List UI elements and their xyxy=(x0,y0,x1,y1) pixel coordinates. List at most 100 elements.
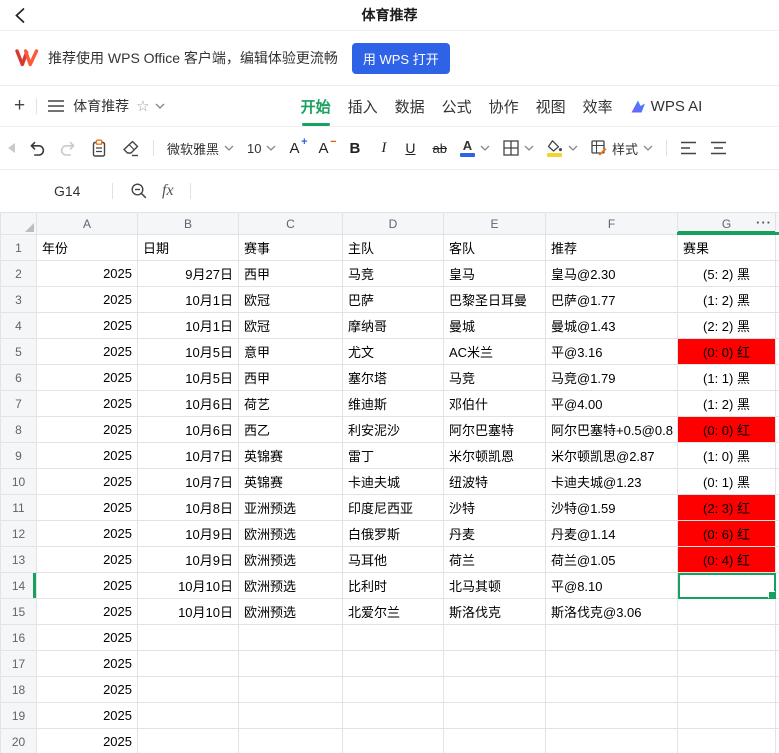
cell-E17[interactable] xyxy=(444,651,546,677)
cell-F11[interactable]: 沙特@1.59 xyxy=(546,495,678,521)
cell-D8[interactable]: 利安泥沙 xyxy=(343,417,444,443)
menu-tab-6[interactable]: 视图 xyxy=(536,96,566,117)
cell-A8[interactable]: 2025 xyxy=(37,417,138,443)
paste-icon[interactable] xyxy=(90,139,108,158)
cell-D15[interactable]: 北爱尔兰 xyxy=(343,599,444,625)
zoom-out-icon[interactable] xyxy=(130,182,148,200)
row-header-18[interactable]: 18 xyxy=(1,677,37,703)
font-size-select[interactable]: 10 xyxy=(247,141,276,156)
cell-style-button[interactable]: 样式 xyxy=(591,139,653,158)
cell-F4[interactable]: 曼城@1.43 xyxy=(546,313,678,339)
row-header-20[interactable]: 20 xyxy=(1,729,37,753)
new-sheet-icon[interactable]: + xyxy=(14,95,25,117)
cell-G10[interactable]: (0: 1) 黑 xyxy=(678,469,776,495)
cell-F20[interactable] xyxy=(546,729,678,753)
cell-C7[interactable]: 荷艺 xyxy=(239,391,343,417)
bold-button[interactable]: B xyxy=(350,140,361,157)
cell-G6[interactable]: (1: 1) 黑 xyxy=(678,365,776,391)
cell-A17[interactable]: 2025 xyxy=(37,651,138,677)
cell-B1[interactable]: 日期 xyxy=(138,235,239,261)
row-header-17[interactable]: 17 xyxy=(1,651,37,677)
cell-F13[interactable]: 荷兰@1.05 xyxy=(546,547,678,573)
cell-G3[interactable]: (1: 2) 黑 xyxy=(678,287,776,313)
cell-E19[interactable] xyxy=(444,703,546,729)
cell-C20[interactable] xyxy=(239,729,343,753)
menu-tab-5[interactable]: 协作 xyxy=(489,96,519,117)
cell-A2[interactable]: 2025 xyxy=(37,261,138,287)
cell-F15[interactable]: 斯洛伐克@3.06 xyxy=(546,599,678,625)
row-header-16[interactable]: 16 xyxy=(1,625,37,651)
cell-F10[interactable]: 卡迪夫城@1.23 xyxy=(546,469,678,495)
cell-F14[interactable]: 平@8.10 xyxy=(546,573,678,599)
cell-G11[interactable]: (2: 3) 红 xyxy=(678,495,776,521)
fill-handle[interactable] xyxy=(768,591,776,599)
cell-G17[interactable] xyxy=(678,651,776,677)
eraser-icon[interactable] xyxy=(121,139,140,157)
cell-B16[interactable] xyxy=(138,625,239,651)
cell-G9[interactable]: (1: 0) 黑 xyxy=(678,443,776,469)
cell-A12[interactable]: 2025 xyxy=(37,521,138,547)
column-header-F[interactable]: F xyxy=(546,213,678,235)
cell-G16[interactable] xyxy=(678,625,776,651)
cell-E2[interactable]: 皇马 xyxy=(444,261,546,287)
row-header-4[interactable]: 4 xyxy=(1,313,37,339)
cell-C16[interactable] xyxy=(239,625,343,651)
cell-E7[interactable]: 邓伯什 xyxy=(444,391,546,417)
cell-A5[interactable]: 2025 xyxy=(37,339,138,365)
cell-C13[interactable]: 欧洲预选 xyxy=(239,547,343,573)
cell-B8[interactable]: 10月6日 xyxy=(138,417,239,443)
cell-G2[interactable]: (5: 2) 黑 xyxy=(678,261,776,287)
cell-E1[interactable]: 客队 xyxy=(444,235,546,261)
cell-B11[interactable]: 10月8日 xyxy=(138,495,239,521)
cell-A20[interactable]: 2025 xyxy=(37,729,138,753)
cell-D14[interactable]: 比利时 xyxy=(343,573,444,599)
cell-E9[interactable]: 米尔顿凯恩 xyxy=(444,443,546,469)
cell-B6[interactable]: 10月5日 xyxy=(138,365,239,391)
cell-F5[interactable]: 平@3.16 xyxy=(546,339,678,365)
font-name-select[interactable]: 微软雅黑 xyxy=(167,139,234,158)
cell-B5[interactable]: 10月5日 xyxy=(138,339,239,365)
cell-C18[interactable] xyxy=(239,677,343,703)
align-center-icon[interactable] xyxy=(710,141,727,155)
cell-F6[interactable]: 马竞@1.79 xyxy=(546,365,678,391)
menu-tab-3[interactable]: 数据 xyxy=(395,96,425,117)
cell-D5[interactable]: 尤文 xyxy=(343,339,444,365)
cell-G5[interactable]: (0: 0) 红 xyxy=(678,339,776,365)
cell-G18[interactable] xyxy=(678,677,776,703)
cell-E8[interactable]: 阿尔巴塞特 xyxy=(444,417,546,443)
strikethrough-button[interactable]: ab xyxy=(432,141,446,156)
cell-F7[interactable]: 平@4.00 xyxy=(546,391,678,417)
cell-C12[interactable]: 欧洲预选 xyxy=(239,521,343,547)
cell-C5[interactable]: 意甲 xyxy=(239,339,343,365)
cell-E11[interactable]: 沙特 xyxy=(444,495,546,521)
cell-F17[interactable] xyxy=(546,651,678,677)
more-columns-icon[interactable]: ··· xyxy=(756,215,772,230)
row-header-3[interactable]: 3 xyxy=(1,287,37,313)
cell-C2[interactable]: 西甲 xyxy=(239,261,343,287)
cell-A19[interactable]: 2025 xyxy=(37,703,138,729)
cell-F1[interactable]: 推荐 xyxy=(546,235,678,261)
row-header-12[interactable]: 12 xyxy=(1,521,37,547)
decrease-font-button[interactable]: A− xyxy=(319,140,329,157)
column-header-C[interactable]: C xyxy=(239,213,343,235)
cell-E20[interactable] xyxy=(444,729,546,753)
menu-tab-7[interactable]: 效率 xyxy=(583,96,613,117)
borders-button[interactable] xyxy=(503,140,534,156)
cell-E10[interactable]: 纽波特 xyxy=(444,469,546,495)
align-left-icon[interactable] xyxy=(680,141,697,155)
cell-C10[interactable]: 英锦赛 xyxy=(239,469,343,495)
cell-F18[interactable] xyxy=(546,677,678,703)
row-header-10[interactable]: 10 xyxy=(1,469,37,495)
cell-C11[interactable]: 亚洲预选 xyxy=(239,495,343,521)
cell-D10[interactable]: 卡迪夫城 xyxy=(343,469,444,495)
cell-D18[interactable] xyxy=(343,677,444,703)
cell-C14[interactable]: 欧洲预选 xyxy=(239,573,343,599)
column-header-D[interactable]: D xyxy=(343,213,444,235)
menu-tab-4[interactable]: 公式 xyxy=(442,96,472,117)
column-header-B[interactable]: B xyxy=(138,213,239,235)
cell-E18[interactable] xyxy=(444,677,546,703)
cell-A1[interactable]: 年份 xyxy=(37,235,138,261)
cell-C9[interactable]: 英锦赛 xyxy=(239,443,343,469)
chevron-down-icon[interactable] xyxy=(155,103,165,109)
cell-B4[interactable]: 10月1日 xyxy=(138,313,239,339)
